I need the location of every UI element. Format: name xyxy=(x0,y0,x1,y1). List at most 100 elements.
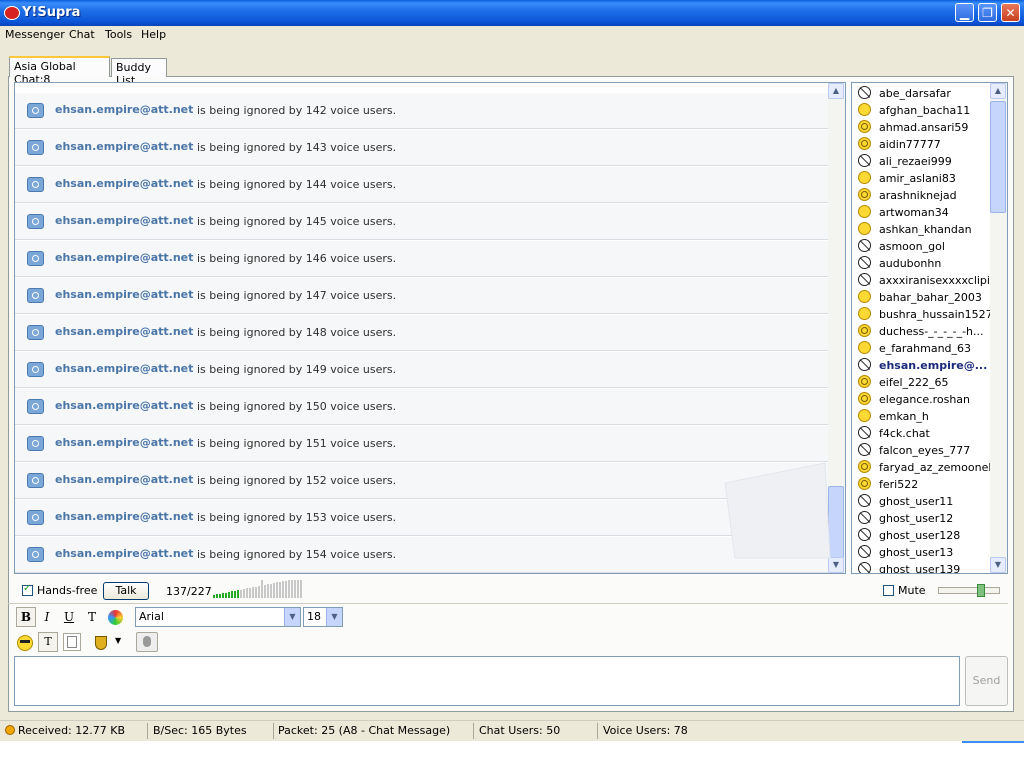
user-name: ghost_user13 xyxy=(879,546,954,559)
chat-message-row: ehsan.empire@att.net is being ignored by … xyxy=(15,352,830,388)
chat-username[interactable]: ehsan.empire@att.net xyxy=(55,362,193,375)
maximize-button[interactable]: ❐ xyxy=(978,3,997,22)
user-list-item[interactable]: duchess-_-_-_-_-h... xyxy=(858,323,993,340)
menu-chat[interactable]: Chat xyxy=(69,28,95,41)
color-palette-icon[interactable] xyxy=(108,610,123,625)
meter-bar xyxy=(267,584,269,598)
user-list-item[interactable]: e_farahmand_63 xyxy=(858,340,993,357)
meter-bar xyxy=(258,586,260,598)
chat-username[interactable]: ehsan.empire@att.net xyxy=(55,510,193,523)
user-list-item[interactable]: audubonhn xyxy=(858,255,993,272)
user-list-item[interactable]: emkan_h xyxy=(858,408,993,425)
user-list-item[interactable]: ashkan_khandan xyxy=(858,221,993,238)
chevron-down-icon[interactable]: ▼ xyxy=(115,636,121,645)
voice-message-icon xyxy=(27,473,44,488)
user-list-item[interactable]: bushra_hussain1527 xyxy=(858,306,993,323)
text-style-button[interactable]: T xyxy=(82,607,102,627)
mute-checkbox[interactable] xyxy=(883,585,894,596)
user-list-item[interactable]: ghost_user13 xyxy=(858,544,993,561)
menu-messenger[interactable]: Messenger xyxy=(5,28,65,41)
underline-button[interactable]: U xyxy=(59,607,79,627)
user-list-item[interactable]: asmoon_gol xyxy=(858,238,993,255)
scroll-up-button[interactable]: ▲ xyxy=(828,83,844,99)
meter-bar xyxy=(231,591,233,598)
bold-button[interactable]: B xyxy=(16,607,36,627)
meter-bar xyxy=(249,587,251,598)
chat-log[interactable]: ehsan.empire@att.net is being ignored by … xyxy=(14,82,846,574)
italic-button[interactable]: I xyxy=(37,607,57,627)
scroll-thumb[interactable] xyxy=(990,101,1006,213)
shield-icon[interactable] xyxy=(95,636,107,650)
user-list-item[interactable]: amir_aslani83 xyxy=(858,170,993,187)
status-voice-users: Voice Users: 78 xyxy=(603,724,688,737)
font-size-select[interactable]: 18 ▼ xyxy=(303,607,343,627)
status-received: Received: 12.77 KB xyxy=(18,724,125,737)
talk-button[interactable]: Talk xyxy=(103,582,149,600)
user-list-item[interactable]: artwoman34 xyxy=(858,204,993,221)
chat-username[interactable]: ehsan.empire@att.net xyxy=(55,399,193,412)
chat-message-text: is being ignored by 144 voice users. xyxy=(197,178,397,191)
volume-slider[interactable] xyxy=(938,584,1000,597)
user-list-item[interactable]: aidin77777 xyxy=(858,136,993,153)
user-list-item[interactable]: ghost_user12 xyxy=(858,510,993,527)
user-list-item[interactable]: abe_darsafar xyxy=(858,85,993,102)
tab-buddy-list[interactable]: Buddy List xyxy=(111,58,167,87)
user-list-item[interactable]: ghost_user11 xyxy=(858,493,993,510)
message-input[interactable] xyxy=(15,657,959,705)
font-select[interactable]: Arial ▼ xyxy=(135,607,301,627)
chat-username[interactable]: ehsan.empire@att.net xyxy=(55,103,193,116)
menu-tools[interactable]: Tools xyxy=(105,28,132,41)
document-icon[interactable] xyxy=(63,633,81,651)
user-list-item[interactable]: bahar_bahar_2003 xyxy=(858,289,993,306)
user-list-item[interactable]: afghan_bacha11 xyxy=(858,102,993,119)
tab-asia-global-chat[interactable]: Asia Global Chat:8 xyxy=(9,56,110,86)
user-list-item[interactable]: f4ck.chat xyxy=(858,425,993,442)
menu-help[interactable]: Help xyxy=(141,28,166,41)
chat-username[interactable]: ehsan.empire@att.net xyxy=(55,251,193,264)
microphone-button[interactable] xyxy=(136,632,158,652)
user-list-item[interactable]: elegance.roshan xyxy=(858,391,993,408)
user-name: faryad_az_zemooneh xyxy=(879,461,996,474)
user-list-item[interactable]: feri522 xyxy=(858,476,993,493)
send-button[interactable]: Send xyxy=(965,656,1008,706)
user-list-scrollbar[interactable]: ▲ ▼ xyxy=(990,83,1007,573)
meter-bar xyxy=(279,581,281,598)
minimize-button[interactable]: ▁ xyxy=(955,3,974,22)
chat-username[interactable]: ehsan.empire@att.net xyxy=(55,325,193,338)
meter-bar xyxy=(288,580,290,598)
chat-username[interactable]: ehsan.empire@att.net xyxy=(55,547,193,560)
chat-message-row: ehsan.empire@att.net is being ignored by … xyxy=(15,315,830,351)
message-input-box[interactable] xyxy=(14,656,960,706)
close-button[interactable]: ✕ xyxy=(1001,3,1020,22)
volume-slider-thumb[interactable] xyxy=(977,584,985,597)
muted-icon xyxy=(858,545,871,558)
text-emoticon-button[interactable]: T xyxy=(38,632,58,652)
chat-message-row: ehsan.empire@att.net is being ignored by … xyxy=(15,241,830,277)
user-list[interactable]: abe_darsafar afghan_bacha11 ahmad.ansari59… xyxy=(851,82,1008,574)
user-list-item[interactable]: ali_rezaei999 xyxy=(858,153,993,170)
chat-username[interactable]: ehsan.empire@att.net xyxy=(55,214,193,227)
user-list-item[interactable]: ghost_user128 xyxy=(858,527,993,544)
scroll-up-button[interactable]: ▲ xyxy=(990,83,1006,99)
user-list-item[interactable]: faryad_az_zemooneh xyxy=(858,459,996,476)
user-list-item[interactable]: ehsan.empire@... xyxy=(858,357,993,374)
user-name: aidin77777 xyxy=(879,138,941,151)
chat-username[interactable]: ehsan.empire@att.net xyxy=(55,436,193,449)
user-list-item[interactable]: ahmad.ansari59 xyxy=(858,119,993,136)
chat-username[interactable]: ehsan.empire@att.net xyxy=(55,140,193,153)
user-list-item[interactable]: eifel_222_65 xyxy=(858,374,993,391)
chat-username[interactable]: ehsan.empire@att.net xyxy=(55,177,193,190)
chat-message-text: is being ignored by 143 voice users. xyxy=(197,141,397,154)
meter-bar xyxy=(270,583,272,598)
title-bar[interactable]: Y!Supra ▁ ❐ ✕ xyxy=(0,0,1024,26)
hands-free-checkbox[interactable] xyxy=(22,583,33,596)
user-list-item[interactable]: falcon_eyes_777 xyxy=(858,442,993,459)
scroll-down-button[interactable]: ▼ xyxy=(990,557,1006,573)
user-list-item[interactable]: arashniknejad xyxy=(858,187,993,204)
chat-message-row: ehsan.empire@att.net is being ignored by … xyxy=(15,130,830,166)
user-list-item[interactable]: axxxiranisexxxxclipir... xyxy=(858,272,1004,289)
emoticon-icon[interactable] xyxy=(17,635,33,651)
user-list-item[interactable]: ghost_user139 xyxy=(858,561,993,573)
chat-username[interactable]: ehsan.empire@att.net xyxy=(55,288,193,301)
chat-username[interactable]: ehsan.empire@att.net xyxy=(55,473,193,486)
